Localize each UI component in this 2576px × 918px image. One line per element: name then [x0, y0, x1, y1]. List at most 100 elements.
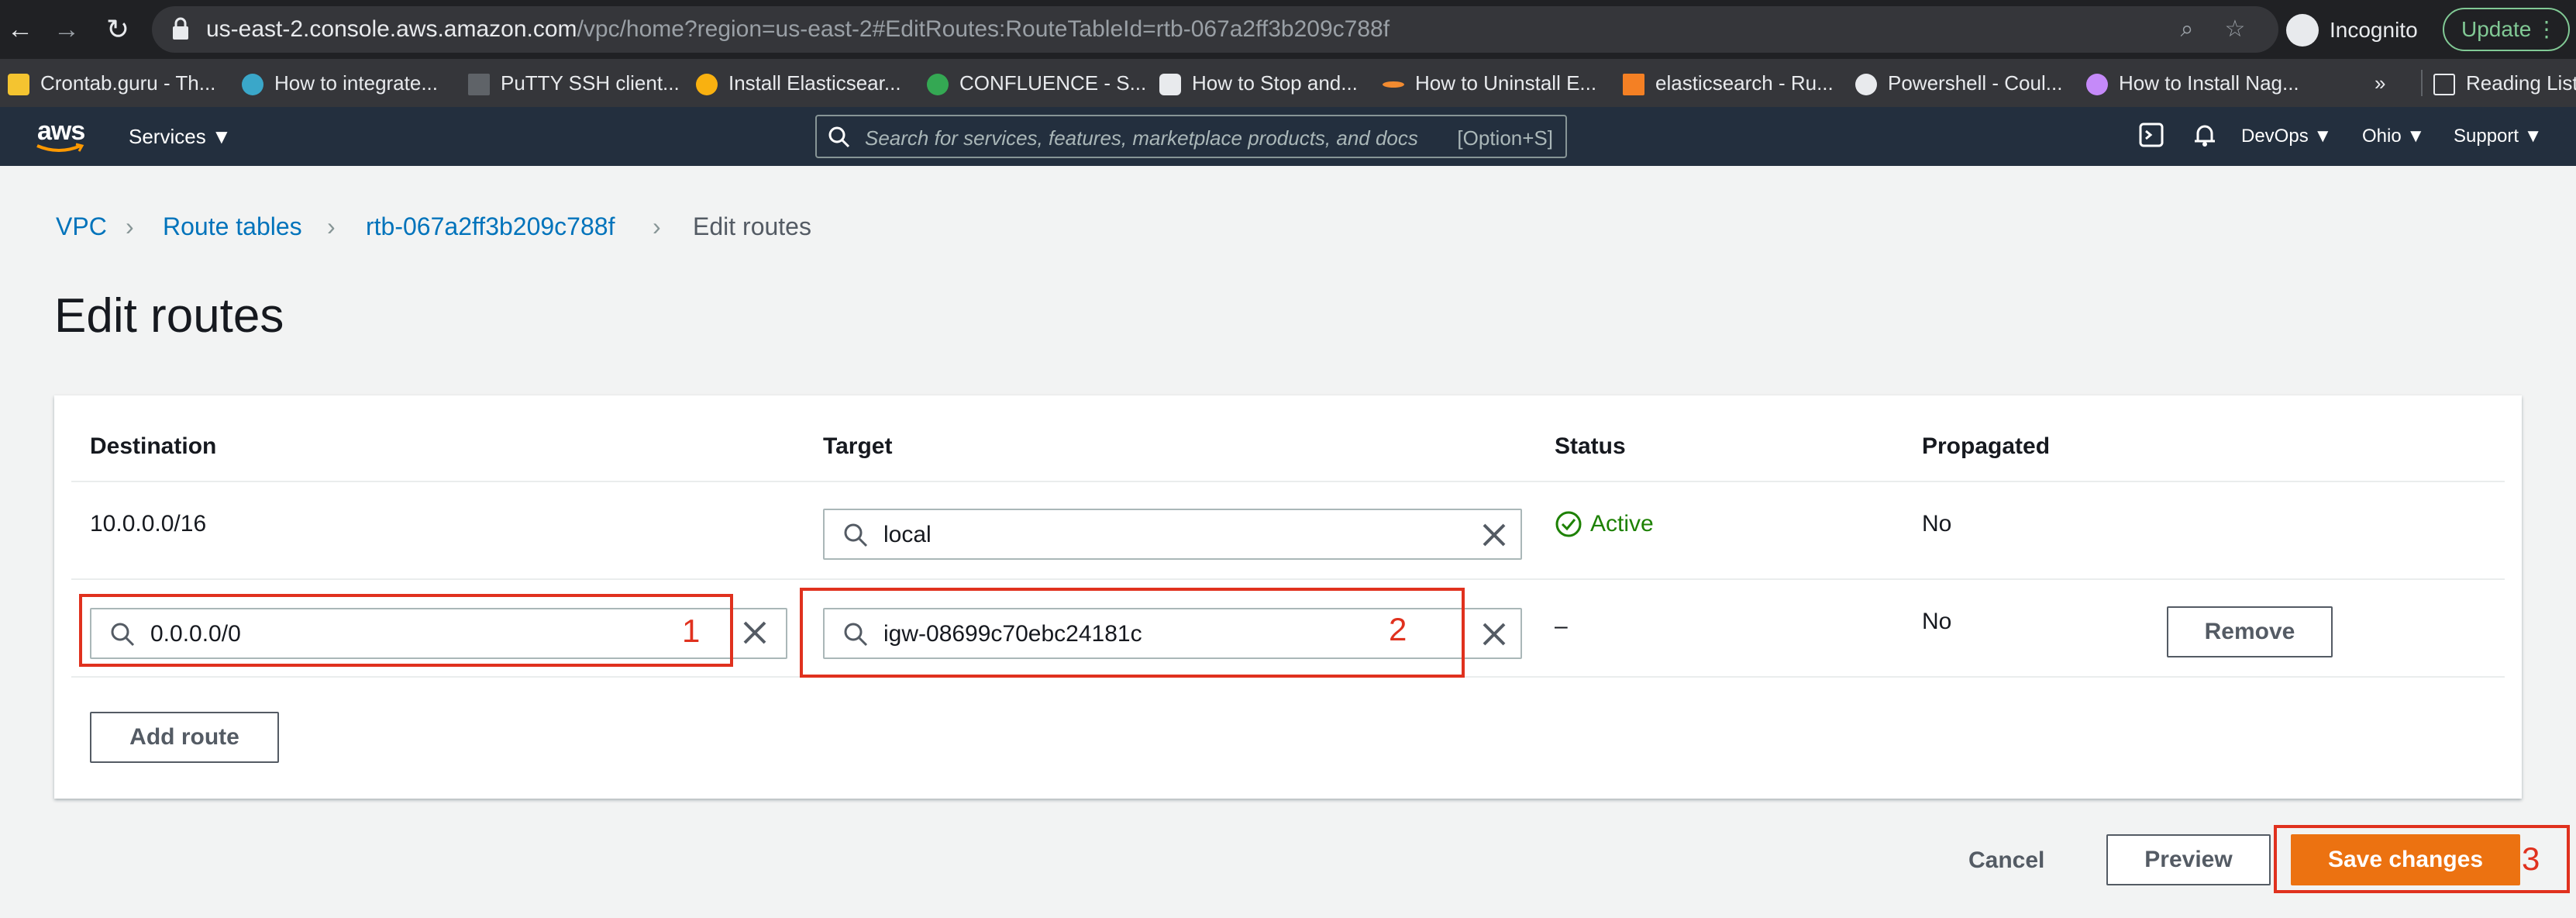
bookmark-item[interactable]: Powershell - Coul...: [1855, 67, 2062, 99]
bookmark-label: How to integrate...: [274, 71, 438, 95]
caret-down-icon: ▼: [2406, 126, 2426, 147]
aws-smile-icon: [36, 143, 84, 152]
bookmark-item[interactable]: How to Stop and...: [1159, 67, 1358, 99]
annotation-number-3: 3: [2522, 840, 2540, 877]
cloudshell-icon[interactable]: [2139, 123, 2164, 156]
remove-button[interactable]: Remove: [2167, 606, 2333, 657]
caret-down-icon: ▼: [211, 125, 232, 148]
breadcrumb-route-table-id[interactable]: rtb-067a2ff3b209c788f: [366, 211, 615, 242]
update-button[interactable]: Update ⋮: [2443, 8, 2570, 51]
url-path: /vpc/home?region=us-east-2#EditRoutes:Ro…: [577, 16, 1390, 42]
stackoverflow-icon: [1623, 74, 1644, 96]
crontab-icon: [8, 74, 29, 96]
bookmarks-bar: Crontab.guru - Th... How to integrate...…: [0, 59, 2576, 107]
support-menu[interactable]: Support ▼: [2454, 123, 2543, 150]
cancel-button[interactable]: Cancel: [1968, 845, 2044, 876]
annotation-number-1: 1: [682, 613, 701, 649]
avatar-icon: [2086, 74, 2108, 96]
preview-button[interactable]: Preview: [2106, 834, 2271, 885]
region-label: Ohio: [2362, 126, 2402, 147]
breadcrumb-vpc[interactable]: VPC: [56, 211, 107, 242]
reading-list-label: Reading List: [2466, 71, 2576, 95]
clear-icon[interactable]: [741, 619, 769, 647]
header-propagated: Propagated: [1922, 433, 2051, 459]
bookmark-item[interactable]: How to Uninstall E...: [1383, 67, 1596, 99]
row1-propagated: No: [1922, 511, 1952, 537]
bell-icon[interactable]: [2193, 123, 2216, 156]
reading-list-icon: [2433, 74, 2455, 96]
bookmark-item[interactable]: elasticsearch - Ru...: [1623, 67, 1834, 99]
zoom-search-icon[interactable]: ⌕: [2173, 16, 2201, 43]
annotation-box-1: [79, 594, 733, 667]
url-host: us-east-2.console.aws.amazon.com: [206, 16, 577, 42]
bookmark-item[interactable]: Crontab.guru - Th...: [8, 67, 215, 99]
bookmarks-divider: [2421, 70, 2423, 96]
forward-icon[interactable]: →: [48, 11, 85, 48]
menu-dots-icon[interactable]: ⋮: [2536, 9, 2557, 50]
row1-status: Active: [1555, 509, 1710, 540]
aws-search-input[interactable]: Search for services, features, marketpla…: [815, 115, 1567, 158]
lock-icon: [173, 17, 188, 40]
bookmark-label: How to Install Nag...: [2119, 71, 2299, 95]
bookmark-label: Crontab.guru - Th...: [40, 71, 216, 95]
row2-propagated: No: [1922, 609, 1952, 634]
chevron-right-icon: ›: [126, 212, 134, 240]
aws-logo[interactable]: aws: [31, 116, 93, 157]
update-label: Update: [2461, 17, 2532, 41]
add-route-button[interactable]: Add route: [90, 712, 279, 763]
page-title: Edit routes: [54, 289, 284, 343]
services-menu[interactable]: Services ▼: [129, 123, 232, 150]
clear-icon[interactable]: [1480, 521, 1508, 549]
bookmark-label: elasticsearch - Ru...: [1655, 71, 1834, 95]
incognito-profile[interactable]: Incognito: [2283, 6, 2423, 53]
search-icon: [844, 523, 868, 547]
star-icon[interactable]: ☆: [2221, 16, 2249, 43]
elastic-icon: [696, 74, 718, 96]
row1-status-label: Active: [1590, 511, 1654, 537]
bookmark-item[interactable]: PuTTY SSH client...: [468, 67, 680, 99]
url-text: us-east-2.console.aws.amazon.com/vpc/hom…: [206, 16, 1390, 43]
header-destination: Destination: [90, 433, 217, 459]
profile-label: Incognito: [2330, 18, 2418, 42]
incognito-icon: [2286, 14, 2319, 47]
s-icon: [1855, 74, 1877, 96]
bookmark-label: Powershell - Coul...: [1888, 71, 2063, 95]
header-status: Status: [1555, 433, 1626, 459]
reload-icon[interactable]: ↻: [99, 11, 136, 48]
region-menu[interactable]: Ohio ▼: [2362, 123, 2425, 150]
bookmark-item[interactable]: CONFLUENCE - S...: [927, 67, 1146, 99]
chevron-right-icon: ›: [653, 212, 661, 240]
address-bar[interactable]: us-east-2.console.aws.amazon.com/vpc/hom…: [152, 6, 2278, 53]
account-menu[interactable]: DevOps ▼: [2241, 123, 2332, 150]
bookmark-item[interactable]: Install Elasticsear...: [696, 67, 901, 99]
cube-icon: [1159, 74, 1181, 96]
annotation-number-2: 2: [1389, 611, 1407, 647]
support-label: Support: [2454, 126, 2519, 147]
more-bookmarks-button[interactable]: »: [2375, 67, 2385, 99]
row1-target-input[interactable]: local: [823, 509, 1522, 560]
confluence-icon: [927, 74, 949, 96]
services-label: Services: [129, 125, 206, 148]
bookmark-label: PuTTY SSH client...: [501, 71, 680, 95]
search-shortcut: [Option+S]: [1457, 126, 1553, 150]
aws-top-nav: aws Services ▼ Search for services, feat…: [0, 107, 2576, 166]
annotation-box-2: [800, 588, 1465, 678]
swoosh-icon: [1383, 81, 1404, 88]
save-changes-button[interactable]: Save changes: [2291, 834, 2520, 885]
bookmark-label: How to Stop and...: [1192, 71, 1358, 95]
search-placeholder: Search for services, features, marketpla…: [865, 126, 1418, 150]
bookmark-item[interactable]: How to Install Nag...: [2086, 67, 2299, 99]
clear-icon[interactable]: [1480, 620, 1508, 648]
account-label: DevOps: [2241, 126, 2309, 147]
search-icon: [828, 126, 850, 148]
bookmark-label: CONFLUENCE - S...: [959, 71, 1147, 95]
back-icon[interactable]: ←: [2, 11, 39, 48]
check-circle-icon: [1555, 511, 1582, 537]
divider: [71, 578, 2505, 580]
bookmark-item[interactable]: How to integrate...: [242, 67, 438, 99]
breadcrumb-current: Edit routes: [693, 212, 811, 240]
bookmark-label: Install Elasticsear...: [728, 71, 901, 95]
reading-list[interactable]: Reading List: [2433, 67, 2576, 99]
header-target: Target: [823, 433, 893, 459]
breadcrumb-route-tables[interactable]: Route tables: [163, 211, 302, 242]
